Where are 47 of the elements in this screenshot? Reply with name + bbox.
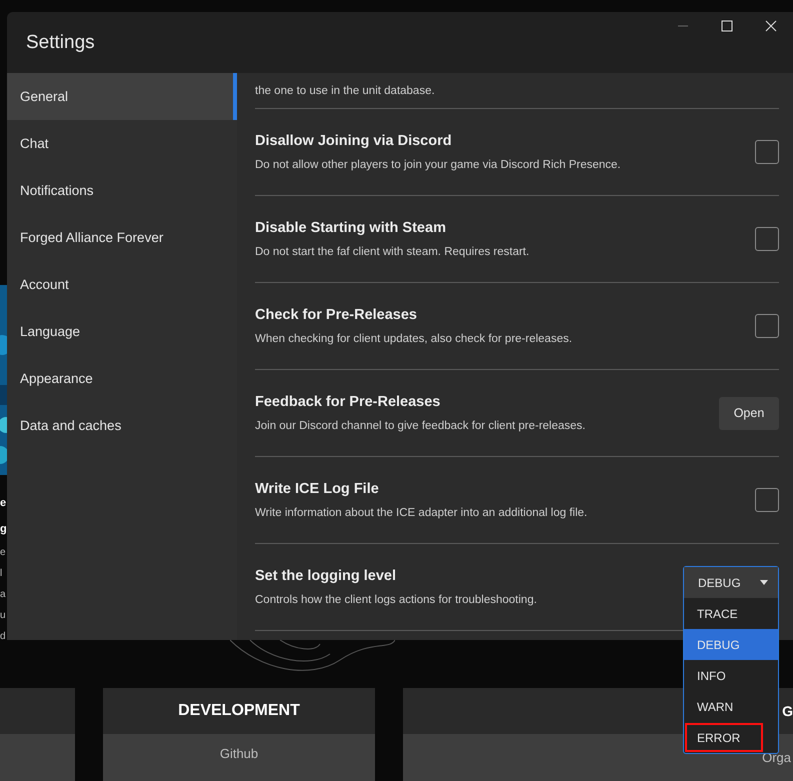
checkbox[interactable] xyxy=(755,140,779,164)
setting-title: Feedback for Pre-Releases xyxy=(255,394,440,410)
dropdown-select[interactable]: DEBUG xyxy=(684,567,778,598)
setting-title: Disable Starting with Steam xyxy=(255,220,446,236)
dropdown-option[interactable]: TRACE xyxy=(684,598,778,629)
setting-title: Check for Pre-Releases xyxy=(255,307,417,323)
sidebar-item[interactable]: Data and caches xyxy=(7,402,237,449)
setting-description: Write information about the ICE adapter into an additional log file. xyxy=(255,507,588,519)
setting-title: Set the logging level xyxy=(255,568,396,584)
background-text: e xyxy=(0,496,6,511)
background-text: e xyxy=(0,546,6,560)
background-text: u xyxy=(0,609,6,623)
checkbox[interactable] xyxy=(755,227,779,251)
setting-title: Disallow Joining via Discord xyxy=(255,133,452,149)
close-icon xyxy=(765,20,777,32)
dropdown-option[interactable]: WARN xyxy=(684,691,778,722)
sidebar-item[interactable]: Notifications xyxy=(7,167,237,214)
setting-description: Do not start the faf client with steam. Requires restart. xyxy=(255,246,530,258)
caret-icon xyxy=(760,580,768,585)
background-text: a xyxy=(0,588,6,602)
dropdown-option[interactable]: DEBUG xyxy=(684,629,778,660)
sidebar-item[interactable]: Chat xyxy=(7,120,237,167)
setting-description: When checking for client updates, also check for pre-releases. xyxy=(255,333,572,345)
sidebar-item[interactable]: Forged Alliance Forever xyxy=(7,214,237,261)
setting-description: the one to use in the unit database. xyxy=(255,84,435,96)
window-title: Settings xyxy=(26,32,95,54)
setting-description: Join our Discord channel to give feedback for client pre-releases. xyxy=(255,420,586,432)
setting-description: Do not allow other players to join your game via Discord Rich Presence. xyxy=(255,159,621,171)
sidebar-item[interactable]: Appearance xyxy=(7,355,237,402)
minimize-icon xyxy=(678,25,688,27)
footer-link[interactable]: Github xyxy=(220,746,258,781)
section-heading: G xyxy=(782,703,793,719)
background-text: d xyxy=(0,630,6,644)
setting-title: Write ICE Log File xyxy=(255,481,379,497)
background-text: l xyxy=(0,567,2,581)
dropdown-option[interactable]: ERROR xyxy=(684,722,764,753)
maximize-icon xyxy=(721,20,733,32)
open-button[interactable]: Open xyxy=(719,396,779,430)
checkbox[interactable] xyxy=(755,488,779,512)
sidebar-item[interactable]: Account xyxy=(7,261,237,308)
setting-description: Controls how the client logs actions for troubleshooting. xyxy=(255,594,537,606)
section-heading: DEVELOPMENT xyxy=(178,702,300,720)
dropdown-option[interactable]: INFO xyxy=(684,660,778,691)
sidebar-item[interactable]: General xyxy=(7,73,237,120)
sidebar-item[interactable]: Language xyxy=(7,308,237,355)
background-text: g xyxy=(0,522,7,537)
checkbox[interactable] xyxy=(755,314,779,338)
